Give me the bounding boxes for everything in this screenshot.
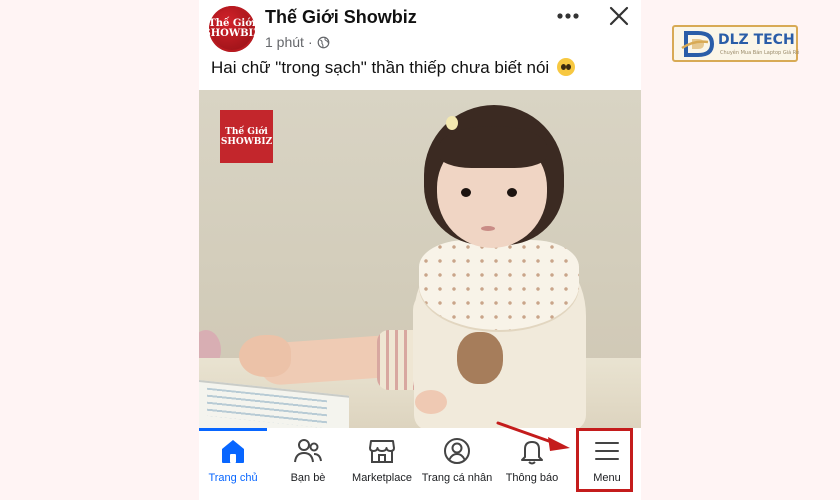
globe-icon [317,36,329,48]
baby-right-eye [507,188,517,197]
close-icon[interactable] [607,4,631,28]
nav-label-profile: Trang cá nhân [421,472,493,484]
nav-item-home[interactable]: Trang chủ [199,436,271,494]
nav-item-friends[interactable]: Bạn bè [270,436,346,494]
bear-print [457,332,503,384]
baby-bangs [439,126,547,168]
nav-label-notifications: Thông báo [505,472,559,484]
caption-text: Hai chữ "trong sạch" thần thiếp chưa biế… [211,58,550,77]
menu-highlight-box [576,428,633,492]
meta-separator: · [307,34,313,50]
pleading-face-emoji [556,58,575,76]
watermark-logo-text: Thế Giới SHOWBIZ [220,126,273,147]
brand-tagline: Chuyên Mua Bán Laptop Giá Rẻ [720,50,800,56]
marketplace-icon [369,440,395,463]
more-options-button[interactable] [555,4,581,28]
baby-foot [239,335,291,377]
hair-clip [446,116,458,130]
nav-label-home: Trang chủ [208,472,258,484]
profile-icon [444,438,470,464]
nav-item-marketplace[interactable]: Marketplace [344,436,420,494]
ruffled-collar [419,240,579,330]
home-icon [222,440,244,463]
brand-d-icon [681,31,715,57]
post-meta: 1 phút · [265,34,330,50]
nav-label-friends: Bạn bè [290,472,326,484]
page-name[interactable]: Thế Giới Showbiz [265,7,417,28]
baby-hand [415,390,447,414]
brand-logo: DLZ TECH Chuyên Mua Bán Laptop Giá Rẻ [672,25,800,62]
baby-left-eye [461,188,471,197]
photo-watermark-logo: Thế Giới SHOWBIZ [220,110,273,163]
post-time: 1 phút [265,34,304,50]
pointer-arrow-icon [496,421,570,451]
avatar-logo-text: Thế Giới SHOWBIZ [203,18,261,39]
active-tab-indicator [199,428,267,431]
baby-mouth [481,226,495,231]
brand-name: DLZ TECH [718,32,795,48]
nav-item-profile[interactable]: Trang cá nhân [419,436,495,494]
nav-label-marketplace: Marketplace [352,472,412,484]
more-dots-icon [557,13,579,19]
friends-icon [294,439,322,463]
page-avatar[interactable]: Thế Giới SHOWBIZ [203,6,261,52]
post-photo[interactable]: Thế Giới SHOWBIZ [199,90,641,428]
post-caption: Hai chữ "trong sạch" thần thiếp chưa biế… [211,58,575,78]
